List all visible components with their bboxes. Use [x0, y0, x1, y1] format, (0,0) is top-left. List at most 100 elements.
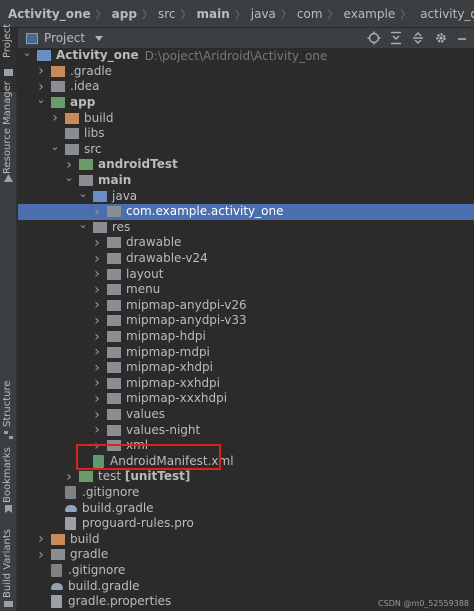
- chevron-right-icon[interactable]: ›: [36, 547, 46, 563]
- tree-item-label: java: [112, 188, 138, 203]
- tree-row[interactable]: › mipmap-hdpi: [18, 329, 474, 345]
- tree-row[interactable]: › drawable: [18, 235, 474, 251]
- chevron-right-icon[interactable]: ›: [92, 375, 102, 391]
- breadcrumb-item[interactable]: main: [196, 7, 229, 21]
- breadcrumb-separator-icon: 〉: [400, 7, 412, 21]
- folder-icon: [107, 362, 121, 374]
- chevron-down-icon[interactable]: ⌄: [22, 46, 32, 59]
- minimize-icon[interactable]: [455, 31, 469, 45]
- chevron-right-icon[interactable]: ›: [64, 157, 74, 173]
- tree-row[interactable]: ›build.gradle: [18, 578, 474, 594]
- tree-row[interactable]: ›.gitignore: [18, 485, 474, 501]
- breadcrumb-item[interactable]: Activity_one: [8, 7, 91, 21]
- tree-row[interactable]: ⌄ src: [18, 140, 474, 158]
- tree-row[interactable]: ›.gitignore: [18, 563, 474, 579]
- collapse-all-icon[interactable]: [389, 31, 403, 45]
- tree-item-label: mipmap-hdpi: [126, 329, 206, 344]
- tree-row[interactable]: › values: [18, 407, 474, 423]
- chevron-right-icon[interactable]: ›: [36, 531, 46, 547]
- tree-row[interactable]: › mipmap-xxxhdpi: [18, 391, 474, 407]
- chevron-down-icon[interactable]: ⌄: [78, 187, 88, 200]
- tree-row[interactable]: › androidTest: [18, 157, 474, 173]
- tree-row[interactable]: ›libs: [18, 126, 474, 142]
- chevron-right-icon[interactable]: ›: [92, 344, 102, 360]
- project-view-header: Project: [18, 28, 474, 48]
- chevron-right-icon[interactable]: ›: [64, 469, 74, 485]
- tree-row[interactable]: ⌄ app: [18, 93, 474, 111]
- tree-item-label: build.gradle: [82, 500, 154, 515]
- tree-row[interactable]: › mipmap-xhdpi: [18, 360, 474, 376]
- folder-icon: [79, 471, 93, 483]
- chevron-down-icon[interactable]: ⌄: [64, 171, 74, 184]
- chevron-right-icon[interactable]: ›: [92, 391, 102, 407]
- tree-row[interactable]: › build: [18, 110, 474, 126]
- chevron-right-icon[interactable]: ›: [92, 360, 102, 376]
- tree-row[interactable]: › gradle: [18, 547, 474, 563]
- tree-row[interactable]: ›proguard-rules.pro: [18, 516, 474, 532]
- tree-row[interactable]: › mipmap-xxhdpi: [18, 375, 474, 391]
- bookmarks-tool-tab[interactable]: Bookmarks: [0, 447, 17, 517]
- breadcrumb-separator-icon: 〉: [280, 7, 292, 21]
- gear-icon[interactable]: [434, 31, 448, 45]
- tree-row[interactable]: › mipmap-mdpi: [18, 344, 474, 360]
- chevron-right-icon[interactable]: ›: [92, 297, 102, 313]
- breadcrumb-item[interactable]: com: [297, 7, 323, 21]
- gitignore-file-icon: [51, 564, 62, 578]
- resource-manager-icon: [4, 174, 13, 182]
- chevron-right-icon[interactable]: ›: [50, 110, 60, 126]
- gradle-file-icon: [51, 580, 63, 593]
- tree-row[interactable]: › drawable-v24: [18, 251, 474, 267]
- tree-row[interactable]: › .gradle: [18, 63, 474, 79]
- tree-item-label: com.example.activity_one: [126, 204, 284, 219]
- chevron-right-icon[interactable]: ›: [92, 313, 102, 329]
- tree-row[interactable]: › values-night: [18, 422, 474, 438]
- chevron-down-icon[interactable]: ⌄: [50, 140, 60, 153]
- chevron-down-icon[interactable]: ⌄: [36, 93, 46, 106]
- folder-icon: [107, 268, 121, 280]
- resource-manager-tool-tab[interactable]: Resource Manager: [0, 81, 17, 187]
- tree-row[interactable]: ⌄ Activity_one D:\poject\Aridroid\Activity…: [18, 46, 474, 64]
- tree-row[interactable]: › .idea: [18, 79, 474, 95]
- locate-icon[interactable]: [367, 31, 381, 45]
- build-variants-tool-tab[interactable]: Build Variants: [0, 520, 17, 611]
- breadcrumb-item[interactable]: example: [344, 7, 396, 21]
- tree-row[interactable]: › build: [18, 531, 474, 547]
- tree-row[interactable]: ⌄ res: [18, 218, 474, 236]
- tree-row[interactable]: › mipmap-anydpi-v26: [18, 297, 474, 313]
- view-mode-dropdown-icon[interactable]: [95, 35, 104, 41]
- structure-tool-tab[interactable]: Structure: [0, 380, 17, 445]
- folder-icon: [107, 377, 121, 389]
- breadcrumb-item[interactable]: java: [251, 7, 276, 21]
- breadcrumb-item[interactable]: app: [112, 7, 137, 21]
- chevron-down-icon[interactable]: ⌄: [78, 218, 88, 231]
- tree-row[interactable]: › test [unitTest]: [18, 469, 474, 485]
- tree-item-label: .gitignore: [82, 485, 140, 500]
- breadcrumb-separator-icon: 〉: [95, 7, 107, 21]
- chevron-right-icon[interactable]: ›: [36, 63, 46, 79]
- breadcrumb-item[interactable]: src: [158, 7, 176, 21]
- tree-item-label: mipmap-xhdpi: [126, 360, 213, 375]
- chevron-right-icon[interactable]: ›: [92, 282, 102, 298]
- tree-row[interactable]: ⌄ java: [18, 187, 474, 204]
- chevron-right-icon[interactable]: ›: [92, 329, 102, 345]
- breadcrumb-item[interactable]: activity_one: [420, 7, 474, 21]
- tree-item-label: test [unitTest]: [98, 469, 191, 484]
- chevron-right-icon[interactable]: ›: [92, 266, 102, 282]
- project-view-title[interactable]: Project: [44, 31, 85, 45]
- tree-row[interactable]: › layout: [18, 266, 474, 282]
- bookmarks-tool-label: Bookmarks: [2, 447, 13, 503]
- folder-icon: [79, 159, 93, 171]
- chevron-right-icon[interactable]: ›: [92, 204, 102, 220]
- tree-item-label: mipmap-mdpi: [126, 344, 210, 359]
- tree-row[interactable]: › menu: [18, 282, 474, 298]
- tree-item-label: drawable: [126, 235, 182, 250]
- chevron-right-icon[interactable]: ›: [92, 235, 102, 251]
- tree-row[interactable]: ›build.gradle: [18, 500, 474, 516]
- tree-row[interactable]: › mipmap-anydpi-v33: [18, 313, 474, 329]
- chevron-right-icon[interactable]: ›: [92, 251, 102, 267]
- expand-all-icon[interactable]: [411, 31, 425, 45]
- structure-tool-label: Structure: [2, 380, 13, 427]
- chevron-right-icon[interactable]: ›: [92, 407, 102, 423]
- chevron-right-icon[interactable]: ›: [36, 79, 46, 95]
- chevron-right-icon[interactable]: ›: [92, 422, 102, 438]
